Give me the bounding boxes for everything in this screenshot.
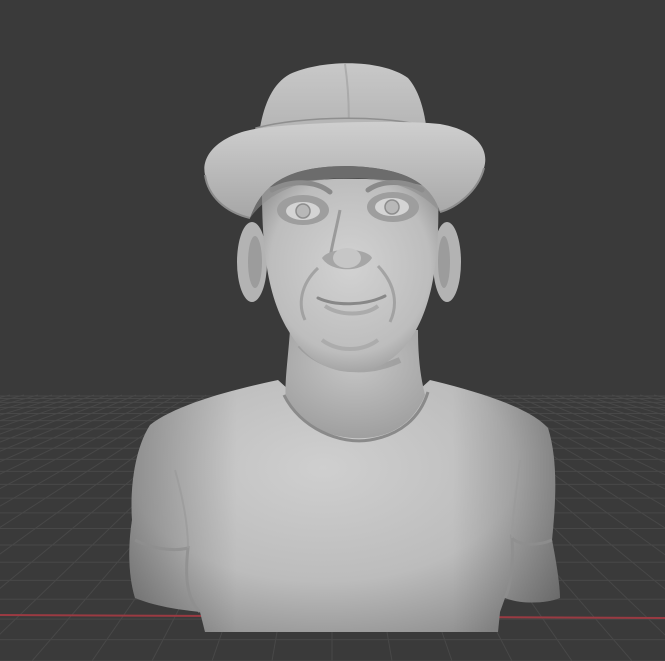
left-ear-inner: [248, 236, 262, 288]
nose-highlight: [333, 248, 361, 268]
right-iris: [384, 199, 400, 215]
left-iris: [295, 203, 311, 219]
right-ear-inner: [438, 236, 450, 288]
3d-viewport[interactable]: [0, 0, 665, 661]
viewport-canvas[interactable]: [0, 0, 665, 661]
